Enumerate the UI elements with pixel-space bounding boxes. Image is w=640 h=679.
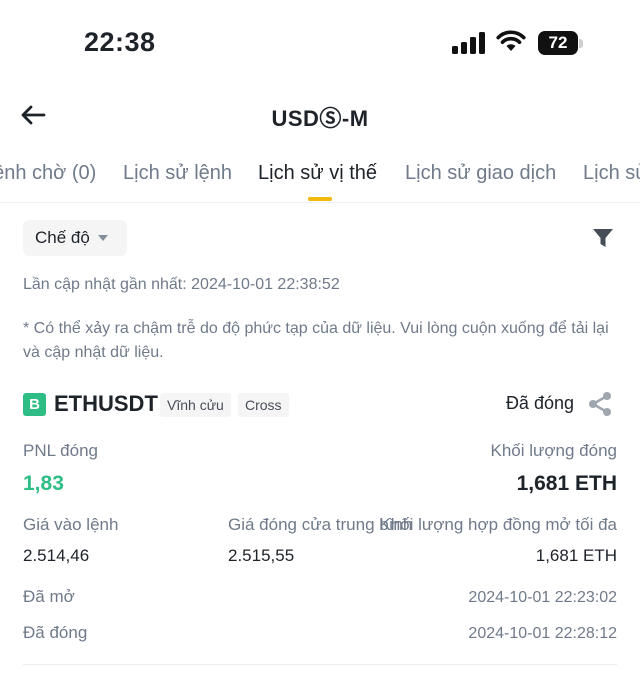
tab-position-history[interactable]: Lịch sử vị thế [258, 162, 377, 185]
tab-open-orders[interactable]: Lệnh chờ (0) [0, 162, 96, 185]
closed-time-label: Đã đóng [23, 623, 88, 642]
wifi-icon [496, 30, 526, 51]
position-symbol[interactable]: ETHUSDT [54, 391, 158, 417]
position-card-header: B ETHUSDT Vĩnh cửu Cross Đã đóng [23, 391, 617, 419]
page-title: USDⓈ-M [271, 106, 369, 131]
margin-mode-tag: Cross [238, 393, 289, 417]
divider [23, 664, 617, 665]
entry-price-label: Giá vào lệnh [23, 515, 119, 534]
cellular-signal-icon [452, 32, 485, 54]
history-tabs: Lệnh chờ (0) Lịch sử lệnh Lịch sử vị thế… [0, 152, 640, 204]
battery-level: 72 [538, 31, 578, 55]
position-status: Đã đóng [505, 393, 574, 413]
battery-icon: 72 [538, 31, 584, 55]
closed-volume-label: Khối lượng đóng [490, 441, 617, 460]
max-open-interest-label: Khối lượng hợp đồng mở tối đa [379, 515, 617, 534]
closed-time-value: 2024-10-01 22:28:12 [468, 625, 617, 642]
avg-close-price-value: 2.515,55 [228, 546, 295, 565]
mode-dropdown[interactable]: Chế độ [23, 220, 127, 256]
mode-dropdown-label: Chế độ [35, 228, 90, 247]
contract-type-tag: Vĩnh cửu [160, 393, 231, 417]
status-time: 22:38 [84, 27, 156, 57]
opened-time-value: 2024-10-01 22:23:02 [468, 589, 617, 606]
caret-down-icon [97, 235, 108, 241]
tab-trade-history[interactable]: Lịch sử giao dịch [405, 162, 556, 185]
share-icon[interactable] [587, 391, 613, 417]
nav-header: USDⓈ-M [0, 86, 640, 142]
entry-price-value: 2.514,46 [23, 546, 90, 565]
divider [0, 202, 640, 203]
active-tab-indicator [308, 197, 332, 201]
closed-pnl-label: PNL đóng [23, 441, 98, 460]
delay-notice: * Có thể xảy ra chậm trễ do độ phức tạp … [23, 320, 609, 361]
last-update-text: Lần cập nhật gần nhất: 2024-10-01 22:38:… [23, 276, 340, 293]
closed-volume-value: 1,681 ETH [516, 472, 617, 495]
opened-time-label: Đã mở [23, 587, 75, 606]
closed-pnl-value: 1,83 [23, 472, 64, 495]
tab-order-history[interactable]: Lịch sử lệnh [123, 162, 232, 185]
filter-icon[interactable] [591, 226, 615, 250]
status-bar: 22:38 72 [0, 0, 640, 86]
buy-side-badge: B [23, 393, 46, 416]
tab-more-history[interactable]: Lịch sử [583, 162, 640, 185]
max-open-interest-value: 1,681 ETH [535, 546, 617, 565]
